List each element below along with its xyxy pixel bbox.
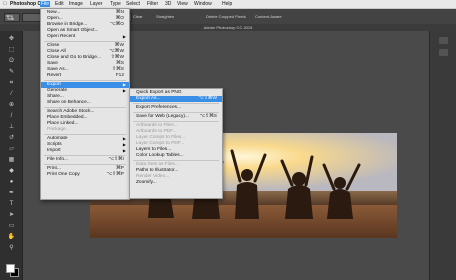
menu-item-label: Save for Web (Legacy)... (136, 114, 189, 119)
path-select-icon[interactable]: ➤ (7, 211, 16, 220)
history-brush-icon[interactable]: ↺ (7, 134, 16, 143)
history-panel-icon[interactable] (439, 37, 448, 44)
menu-item-label: Open Recent (47, 34, 76, 39)
file-menu-item-revert[interactable]: Revert F12 (41, 73, 129, 79)
zoom-tool-icon[interactable]: ⚲ (7, 244, 16, 253)
export-menu-item-save-for-web-legacy[interactable]: Save for Web (Legacy)... ⌥⇧⌘S (130, 114, 222, 120)
pen-tool-icon[interactable]: ✒ (7, 189, 16, 198)
blur-tool-icon[interactable]: ◆ (7, 167, 16, 176)
lasso-tool-icon[interactable]: ʘ (7, 57, 16, 66)
menu-view[interactable]: View (177, 1, 188, 7)
menu-item-label: Revert (47, 73, 62, 78)
crop-tool-preset[interactable] (4, 13, 20, 22)
menu-separator (44, 107, 126, 108)
menu-separator (44, 164, 126, 165)
file-menu-item-import[interactable]: Import ▶ (41, 148, 129, 154)
submenu-arrow-icon: ▶ (122, 148, 126, 153)
menu-select[interactable]: Select (126, 1, 140, 7)
dodge-tool-icon[interactable]: ● (7, 178, 16, 187)
menu-help[interactable]: Help (222, 1, 232, 7)
menu-3d[interactable]: 3D (165, 1, 171, 7)
crop-tool-icon[interactable]: ⌗ (7, 79, 16, 88)
quick-select-tool-icon[interactable]: ✎ (7, 68, 16, 77)
export-submenu: Quick Export as PNG Export As... ⌥⇧⌘W Expor… (129, 88, 223, 199)
hand-tool-icon[interactable]: ✋ (7, 233, 16, 242)
menu-type[interactable]: Type (110, 1, 121, 7)
menu-item-label: Export Preferences... (136, 105, 182, 110)
menu-file[interactable]: File (40, 1, 51, 7)
menu-separator (133, 112, 219, 113)
menu-item-label: Color Lookup Tables... (136, 153, 184, 158)
menu-edit[interactable]: Edit (55, 1, 64, 7)
export-menu-item-export-as[interactable]: Export As... ⌥⇧⌘W (130, 96, 222, 102)
panel-dock (429, 31, 456, 280)
eyedropper-tool-icon[interactable]: ⁄ (7, 90, 16, 99)
menu-separator (44, 155, 126, 156)
submenu-arrow-icon: ▶ (122, 34, 126, 39)
file-menu-item-open-recent[interactable]: Open Recent ▶ (41, 34, 129, 40)
menu-item-label: Zoomify... (136, 180, 157, 185)
crop-icon (6, 15, 14, 20)
export-menu-item-color-lookup-tables[interactable]: Color Lookup Tables... (130, 153, 222, 159)
file-menu-item-file-info[interactable]: File Info... ⌥⇧⌘I (41, 157, 129, 163)
menu-item-shortcut: ⌥⇧⌘I (108, 157, 124, 162)
delete-cropped-checkbox[interactable]: Delete Cropped Pixels (206, 14, 246, 19)
menu-separator (133, 121, 219, 122)
file-menu-item-package: Package... (41, 127, 129, 133)
file-menu-item-share-on-behance[interactable]: Share on Behance... (41, 100, 129, 106)
menu-layer[interactable]: Layer (90, 1, 103, 7)
eraser-tool-icon[interactable]: ▱ (7, 145, 16, 154)
menu-item-shortcut: F12 (115, 73, 124, 78)
menu-item-shortcut: ⌥⇧⌘W (198, 96, 217, 101)
export-menu-item-export-preferences[interactable]: Export Preferences... (130, 105, 222, 111)
menu-separator (133, 103, 219, 104)
apple-icon[interactable]:  (3, 1, 7, 7)
clear-button[interactable]: Clear (133, 14, 143, 19)
rectangle-tool-icon[interactable]: ▭ (7, 222, 16, 231)
file-menu: New... ⌘N Open... ⌘O Browse in Bridge... ⌥⌘O O… (40, 8, 130, 200)
move-tool-icon[interactable]: ✥ (7, 35, 16, 44)
brush-tool-icon[interactable]: / (7, 112, 16, 121)
tools-panel: ✥ ⬚ ʘ ✎ ⌗ ⁄ ⊕ / ⊥ ↺ ▱ ▦ ◆ ● ✒ T ➤ ▭ ✋ ⚲ (0, 31, 23, 280)
healing-brush-icon[interactable]: ⊕ (7, 101, 16, 110)
file-menu-item-print-one-copy[interactable]: Print One Copy ⌥⇧⌘P (41, 172, 129, 178)
menu-item-shortcut: ⌥⇧⌘P (106, 172, 124, 177)
menu-separator (44, 41, 126, 42)
menu-separator (44, 80, 126, 81)
menu-item-label: Print One Copy (47, 172, 80, 177)
menu-item-label: Share on Behance... (47, 100, 91, 105)
menu-item-shortcut: ⌥⇧⌘S (199, 114, 217, 119)
menu-image[interactable]: Image (69, 1, 83, 7)
menu-item-label: Export As... (136, 96, 161, 101)
menu-separator (44, 134, 126, 135)
gradient-tool-icon[interactable]: ▦ (7, 156, 16, 165)
properties-panel-icon[interactable] (439, 49, 448, 56)
menu-item-label: Import (47, 148, 61, 153)
menu-item-label: Package... (47, 127, 70, 132)
export-menu-item-zoomify[interactable]: Zoomify... (130, 180, 222, 186)
content-aware-checkbox[interactable]: Content-Aware (255, 14, 282, 19)
foreground-color-swatch[interactable] (6, 264, 15, 273)
menu-separator (133, 160, 219, 161)
menu-window[interactable]: Window (194, 1, 212, 7)
clone-stamp-icon[interactable]: ⊥ (7, 123, 16, 132)
menu-filter[interactable]: Filter (147, 1, 158, 7)
menu-item-label: File Info... (47, 157, 69, 162)
type-tool-icon[interactable]: T (7, 200, 16, 209)
straighten-button[interactable]: Straighten (156, 14, 174, 19)
marquee-tool-icon[interactable]: ⬚ (7, 46, 16, 55)
